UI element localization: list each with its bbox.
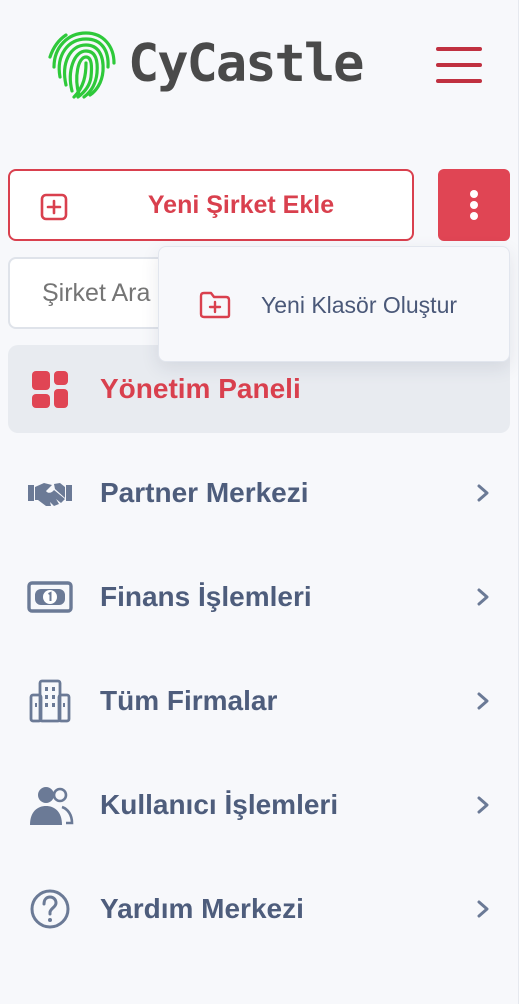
users-icon [30,787,74,825]
hamburger-line [436,47,482,51]
create-folder-label: Yeni Klasör Oluştur [261,292,458,318]
building-icon [29,679,71,723]
folder-plus-icon [199,291,231,319]
nav-item-label: Kullanıcı İşlemleri [100,789,339,820]
hamburger-menu-button[interactable] [436,44,482,84]
hamburger-line [436,79,482,83]
nav-item-help-center[interactable]: Yardım Merkezi [8,865,510,953]
plus-square-icon [40,193,68,221]
nav-item-label: Tüm Firmalar [100,685,278,716]
chevron-right-icon [477,484,489,502]
nav-item-all-companies[interactable]: Tüm Firmalar [8,657,510,745]
dot [470,212,478,220]
hamburger-line [436,63,482,67]
handshake-icon [28,483,72,506]
sidebar: CyCastle Yeni Şirket Ekle Yö [0,0,518,1004]
money-bill-icon [27,581,73,613]
nav-item-label: Partner Merkezi [100,477,309,508]
more-options-dropdown: Yeni Klasör Oluştur [158,246,510,362]
dot [470,190,478,198]
brand-logo[interactable]: CyCastle [46,26,406,102]
content-area-edge [518,0,532,1004]
brand-name: CyCastle [128,34,364,94]
chevron-right-icon [477,692,489,710]
nav-item-label: Yardım Merkezi [100,893,304,924]
chevron-right-icon [477,796,489,814]
add-company-button[interactable]: Yeni Şirket Ekle [8,169,414,241]
fingerprint-logo-icon [48,31,116,99]
nav-item-label: Finans İşlemleri [100,581,312,612]
add-company-label: Yeni Şirket Ekle [147,191,335,219]
nav-item-finance[interactable]: Finans İşlemleri [8,553,510,641]
nav-item-user-operations[interactable]: Kullanıcı İşlemleri [8,761,510,849]
nav-item-partner-center[interactable]: Partner Merkezi [8,449,510,537]
content-area-top [519,0,532,128]
more-options-button[interactable] [438,169,510,241]
dashboard-grid-icon [32,371,68,408]
chevron-right-icon [477,588,489,606]
chevron-right-icon [477,900,489,918]
dot [470,201,478,209]
create-folder-menu-item[interactable]: Yeni Klasör Oluştur [159,247,509,361]
sidebar-header: CyCastle [0,0,518,128]
question-circle-icon [30,889,70,929]
